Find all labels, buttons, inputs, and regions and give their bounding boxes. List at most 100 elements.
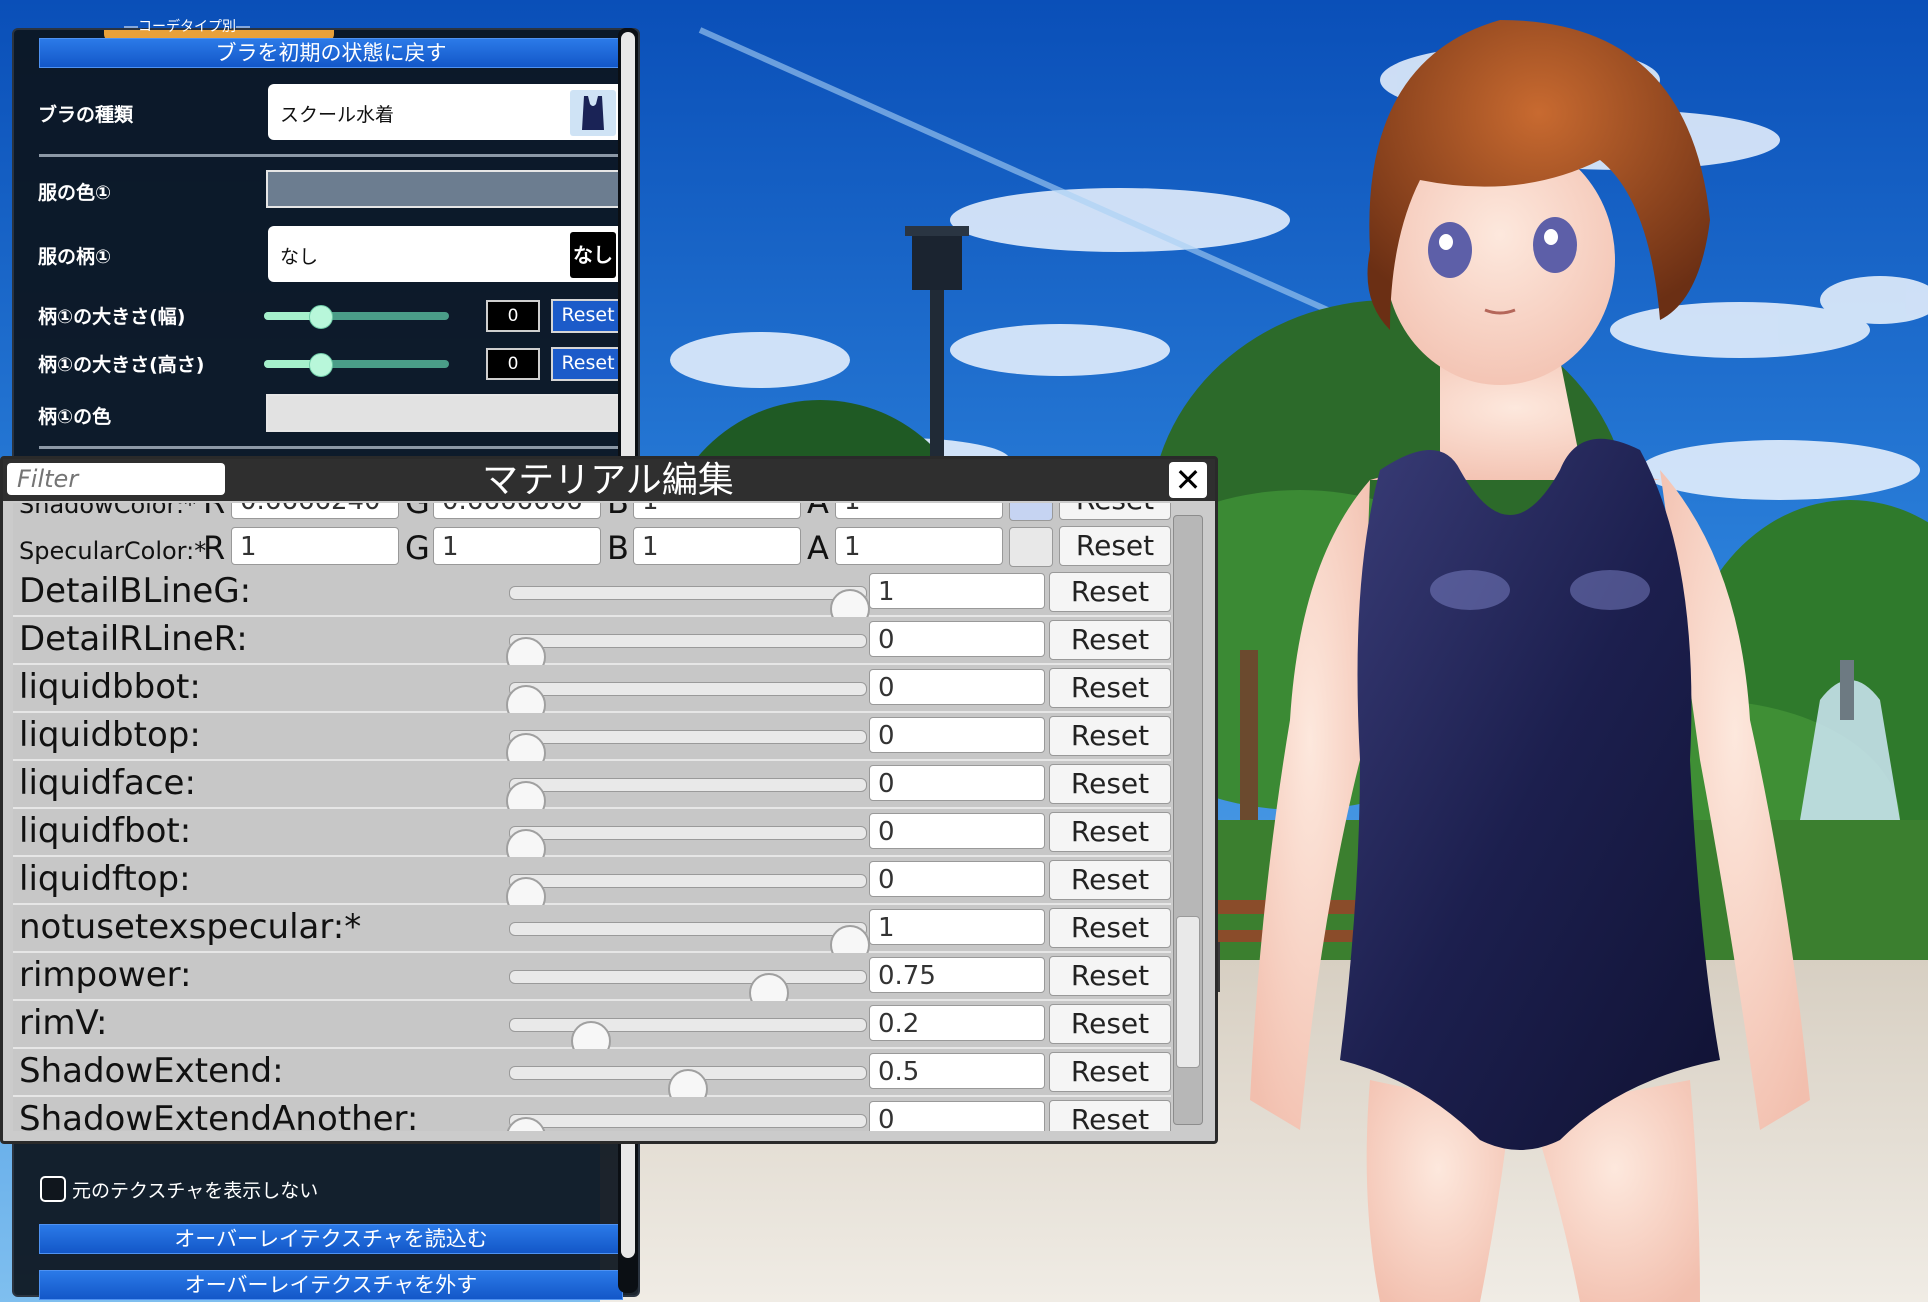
panel-top-tab-text: ―コーデタイプ別―	[124, 19, 250, 35]
remove-overlay-texture-button[interactable]: オーバーレイテクスチャを外す	[39, 1270, 623, 1300]
clothes-color-swatch[interactable]	[266, 170, 628, 208]
property-name: liquidface:	[19, 763, 196, 803]
property-reset-button[interactable]: Reset	[1049, 956, 1171, 996]
pattern-width-reset-button[interactable]: Reset	[551, 299, 625, 333]
property-slider[interactable]	[506, 778, 867, 821]
property-value-input[interactable]: 0.5	[869, 1053, 1045, 1089]
material-list-scrollbar[interactable]	[1173, 515, 1203, 1125]
material-property-row: DetailBLineG: 1 Reset	[13, 569, 1171, 629]
bra-type-value: スクール水着	[280, 104, 395, 126]
property-value-input[interactable]: 1	[869, 909, 1045, 945]
pattern-height-label: 柄①の大きさ(高さ)	[38, 354, 205, 376]
property-name: DetailRLineR:	[19, 619, 248, 659]
pattern-value: なし	[280, 246, 319, 268]
hide-texture-checkbox[interactable]	[40, 1176, 66, 1202]
property-slider[interactable]	[509, 1018, 867, 1061]
property-value-input[interactable]: 0	[869, 1101, 1045, 1131]
property-name: ShadowExtend:	[19, 1051, 284, 1091]
property-reset-button[interactable]: Reset	[1049, 908, 1171, 948]
channel-label: G	[405, 529, 430, 567]
pattern-width-label: 柄①の大きさ(幅)	[38, 306, 186, 328]
pattern-thumbnail: なし	[570, 232, 616, 278]
property-slider[interactable]	[506, 874, 867, 917]
specular-b-input[interactable]: 1	[633, 527, 801, 565]
property-slider[interactable]	[509, 970, 867, 1013]
property-name: ShadowExtendAnother:	[19, 1099, 419, 1131]
property-name: rimV:	[19, 1003, 108, 1043]
school-swimsuit	[1340, 438, 1720, 1150]
material-property-row: liquidbbot: 0 Reset	[13, 665, 1171, 725]
slider-handle[interactable]	[506, 1117, 546, 1131]
property-reset-button[interactable]: Reset	[1049, 860, 1171, 900]
property-reset-button[interactable]: Reset	[1049, 668, 1171, 708]
property-slider[interactable]	[506, 826, 867, 869]
property-slider[interactable]	[509, 922, 870, 965]
shadow-color-label: ShadowColor:*	[19, 503, 197, 519]
shadow-a-input[interactable]: 1	[835, 503, 1003, 519]
property-value-input[interactable]: 0	[869, 669, 1045, 705]
property-reset-button[interactable]: Reset	[1049, 812, 1171, 852]
channel-label: A	[807, 529, 829, 567]
slider-handle[interactable]	[308, 353, 333, 377]
property-reset-button[interactable]: Reset	[1049, 620, 1171, 660]
property-reset-button[interactable]: Reset	[1049, 1052, 1171, 1092]
pattern-color-swatch[interactable]	[266, 394, 628, 432]
property-value-input[interactable]: 0.75	[869, 957, 1045, 993]
material-property-row: liquidfbot: 0 Reset	[13, 809, 1171, 869]
specular-r-input[interactable]: 1	[231, 527, 399, 565]
pattern-width-input[interactable]: 0	[486, 300, 540, 332]
specular-a-input[interactable]: 1	[835, 527, 1003, 565]
property-value-input[interactable]: 0	[869, 861, 1045, 897]
material-editor-titlebar[interactable]: マテリアル編集 ✕	[3, 459, 1215, 501]
specular-color-reset-button[interactable]: Reset	[1059, 526, 1171, 566]
specular-g-input[interactable]: 1	[433, 527, 601, 565]
property-slider[interactable]	[506, 730, 867, 773]
property-reset-button[interactable]: Reset	[1049, 764, 1171, 804]
swimsuit-thumbnail-icon	[570, 90, 616, 136]
scrollbar-thumb-lower[interactable]	[621, 1138, 635, 1258]
property-reset-button[interactable]: Reset	[1049, 1100, 1171, 1131]
property-value-input[interactable]: 0	[869, 765, 1045, 801]
property-reset-button[interactable]: Reset	[1049, 1004, 1171, 1044]
property-slider[interactable]	[506, 1114, 867, 1131]
pattern-width-slider[interactable]	[264, 305, 449, 329]
material-property-row: liquidface: 0 Reset	[13, 761, 1171, 821]
specular-color-label: SpecularColor:*	[19, 537, 207, 565]
filter-input[interactable]	[7, 463, 225, 495]
property-slider[interactable]	[509, 586, 870, 629]
property-value-input[interactable]: 0	[869, 813, 1045, 849]
property-value-input[interactable]: 0	[869, 621, 1045, 657]
property-value-input[interactable]: 1	[869, 573, 1045, 609]
material-property-row: rimV: 0.2 Reset	[13, 1001, 1171, 1061]
channel-label: B	[607, 503, 629, 521]
property-value-input[interactable]: 0	[869, 717, 1045, 753]
shadow-r-input[interactable]: 0.6666240	[231, 503, 399, 519]
material-property-row: liquidbtop: 0 Reset	[13, 713, 1171, 773]
shadow-color-swatch[interactable]	[1009, 503, 1053, 521]
pattern-height-slider[interactable]	[264, 353, 449, 377]
property-slider[interactable]	[506, 634, 867, 677]
channel-label: B	[607, 529, 629, 567]
specular-color-row: SpecularColor:* R 1 G 1 B 1 A 1 Reset	[13, 523, 1171, 571]
close-icon[interactable]: ✕	[1169, 462, 1207, 498]
reset-bra-button[interactable]: ブラを初期の状態に戻す	[39, 38, 623, 68]
pattern-height-input[interactable]: 0	[486, 348, 540, 380]
shadow-color-reset-button[interactable]: Reset	[1059, 503, 1171, 520]
shadow-b-input[interactable]: 1	[633, 503, 801, 519]
specular-color-swatch[interactable]	[1009, 527, 1053, 567]
slider-handle[interactable]	[308, 305, 333, 329]
property-value-input[interactable]: 0.2	[869, 1005, 1045, 1041]
load-overlay-texture-button[interactable]: オーバーレイテクスチャを読込む	[39, 1224, 623, 1254]
property-reset-button[interactable]: Reset	[1049, 716, 1171, 756]
shadow-g-input[interactable]: 0.6666666	[433, 503, 601, 519]
pattern-height-reset-button[interactable]: Reset	[551, 347, 625, 381]
hide-texture-label: 元のテクスチャを表示しない	[72, 1180, 319, 1202]
property-reset-button[interactable]: Reset	[1049, 572, 1171, 612]
bra-type-selector[interactable]: スクール水着	[268, 84, 624, 140]
window-title: マテリアル編集	[482, 460, 734, 501]
pattern-selector[interactable]: なし なし	[268, 226, 624, 282]
scrollbar-thumb[interactable]	[1176, 916, 1200, 1068]
property-slider[interactable]	[506, 682, 867, 725]
material-property-list[interactable]: ShadowColor:* R 0.6666240 G 0.6666666 B …	[13, 503, 1171, 1131]
property-slider[interactable]	[509, 1066, 867, 1109]
